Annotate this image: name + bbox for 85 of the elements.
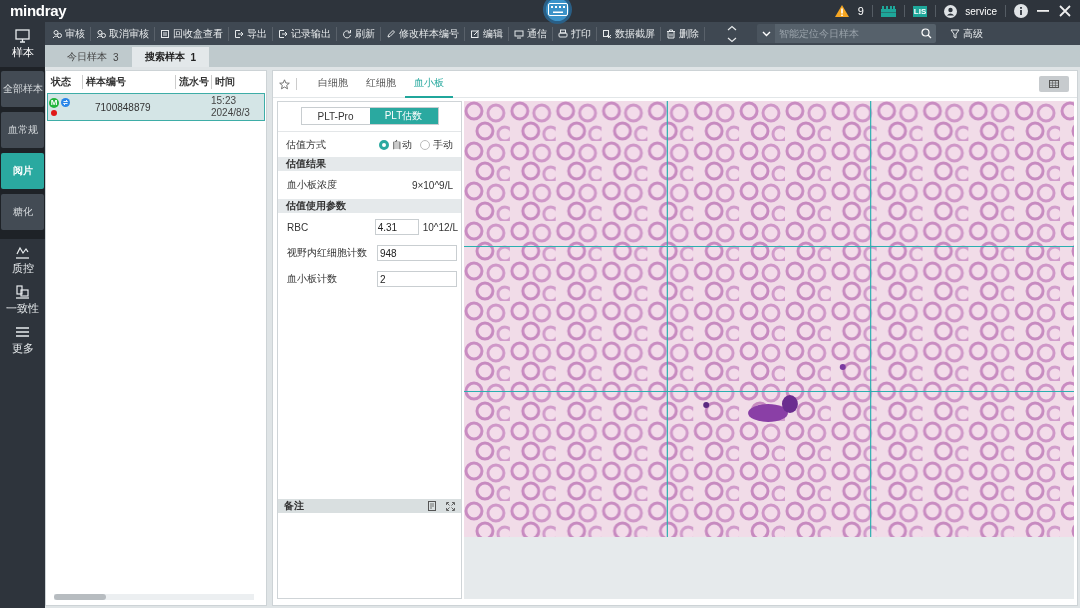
alert-count: 9	[857, 5, 864, 17]
chevron-down-icon	[761, 30, 771, 37]
toolbar-button[interactable]: 回收盒查看	[155, 24, 228, 43]
column-header: 样本编号	[82, 75, 175, 89]
screenshot-icon	[602, 28, 612, 39]
info-icon[interactable]	[1014, 4, 1028, 18]
toolbar-button[interactable]: 修改样本编号	[381, 24, 464, 43]
view-tab[interactable]: 白细胞	[309, 70, 357, 98]
export-icon	[234, 28, 244, 39]
column-header: 时间	[211, 75, 266, 89]
users-icon	[96, 28, 106, 39]
toolbar-button[interactable]: 取消审核	[91, 24, 154, 43]
field-label: RBC	[287, 221, 310, 233]
toolbar-button[interactable]: 刷新	[337, 24, 380, 43]
nav-subitem[interactable]: 全部样本	[1, 71, 44, 107]
status-badge: M	[49, 97, 59, 108]
notes-title: 备注	[284, 499, 304, 513]
input-field[interactable]: 4.31	[374, 219, 419, 235]
star-icon[interactable]	[279, 78, 290, 90]
close-icon[interactable]	[1058, 4, 1072, 18]
filter-icon	[950, 28, 960, 39]
field-label: 血小板浓度	[287, 178, 337, 192]
input-field[interactable]: 2	[377, 271, 457, 287]
refresh-icon	[342, 28, 352, 39]
toolbar-button[interactable]: 数据截屏	[597, 24, 660, 43]
radio-option[interactable]: 手动	[420, 137, 453, 152]
sample-tab[interactable]: 搜索样本 1	[131, 47, 210, 67]
export-icon	[278, 28, 288, 39]
table-row[interactable]: M 7100848879 15:23 2024/8/3	[47, 93, 265, 121]
nav-subitem[interactable]: 糖化	[1, 194, 44, 230]
nav-subitem[interactable]: 血常规	[1, 112, 44, 148]
dropdown-button[interactable]	[757, 24, 775, 43]
sample-tab[interactable]: 今日样本 3	[54, 47, 132, 67]
toolbar-button[interactable]: 删除	[661, 24, 704, 43]
menu-icon[interactable]	[15, 325, 30, 339]
field-label: 视野内红细胞计数	[287, 246, 368, 260]
search-button[interactable]	[916, 24, 936, 43]
nav-label[interactable]: 更多	[11, 341, 34, 356]
grid-icon	[1049, 80, 1059, 88]
toolbar-button[interactable]: 通信	[509, 24, 552, 43]
monitor-icon	[15, 29, 30, 43]
grid-view-button[interactable]	[1039, 76, 1069, 92]
user-name: service	[965, 5, 997, 17]
filter-button[interactable]: 高级	[944, 25, 989, 42]
column-header: 流水号	[175, 75, 211, 89]
keyboard-icon	[547, 3, 568, 16]
section-header: 估值使用参数	[278, 199, 461, 213]
warning-icon	[833, 4, 850, 18]
search-icon	[920, 28, 932, 39]
toolbar-button[interactable]: 打印	[553, 24, 596, 43]
chart-icon[interactable]	[15, 245, 30, 259]
radio-option[interactable]: 自动	[379, 137, 412, 152]
scroll-arrows-icon[interactable]	[727, 24, 737, 43]
logo: mindray	[10, 1, 67, 19]
table-cell-text: 15:23 2024/8/3	[211, 95, 251, 119]
toolbar-button[interactable]: 导出	[229, 24, 272, 43]
toolbar-button[interactable]: 记录输出	[273, 24, 336, 43]
devices-icon[interactable]	[15, 285, 30, 299]
input-field[interactable]: 948	[377, 245, 457, 261]
column-header: 状态	[49, 75, 72, 89]
communication-icon	[514, 28, 524, 39]
keyboard-button[interactable]	[543, 0, 572, 24]
toolbar-button[interactable]: 审核	[47, 24, 90, 43]
trash-icon	[666, 28, 676, 39]
tray-icon	[160, 28, 170, 39]
scrollbar-thumb[interactable]	[54, 594, 106, 600]
toolbar-button[interactable]: 编辑	[465, 24, 508, 43]
nav-label[interactable]: 质控	[11, 261, 34, 276]
document-icon[interactable]	[428, 501, 437, 511]
nav-label[interactable]: 一致性	[6, 301, 39, 316]
users-icon	[52, 28, 62, 39]
field-value: 9×10^9/L	[411, 179, 453, 191]
nav-item[interactable]: 样本	[0, 22, 45, 67]
print-icon	[558, 28, 568, 39]
view-tab[interactable]: 红细胞	[357, 70, 405, 98]
field-label: 血小板计数	[287, 272, 338, 286]
expand-icon[interactable]	[446, 501, 455, 511]
edit-icon	[470, 28, 480, 39]
table-cell-text: 7100848879	[94, 101, 152, 113]
field-label: 估值方式	[286, 137, 326, 152]
unit-label: 10^12/L	[422, 221, 458, 233]
section-header: 估值结果	[278, 157, 461, 171]
user-icon[interactable]	[944, 4, 958, 18]
pencil-icon	[386, 28, 396, 39]
analyzer-icon[interactable]	[880, 5, 896, 17]
